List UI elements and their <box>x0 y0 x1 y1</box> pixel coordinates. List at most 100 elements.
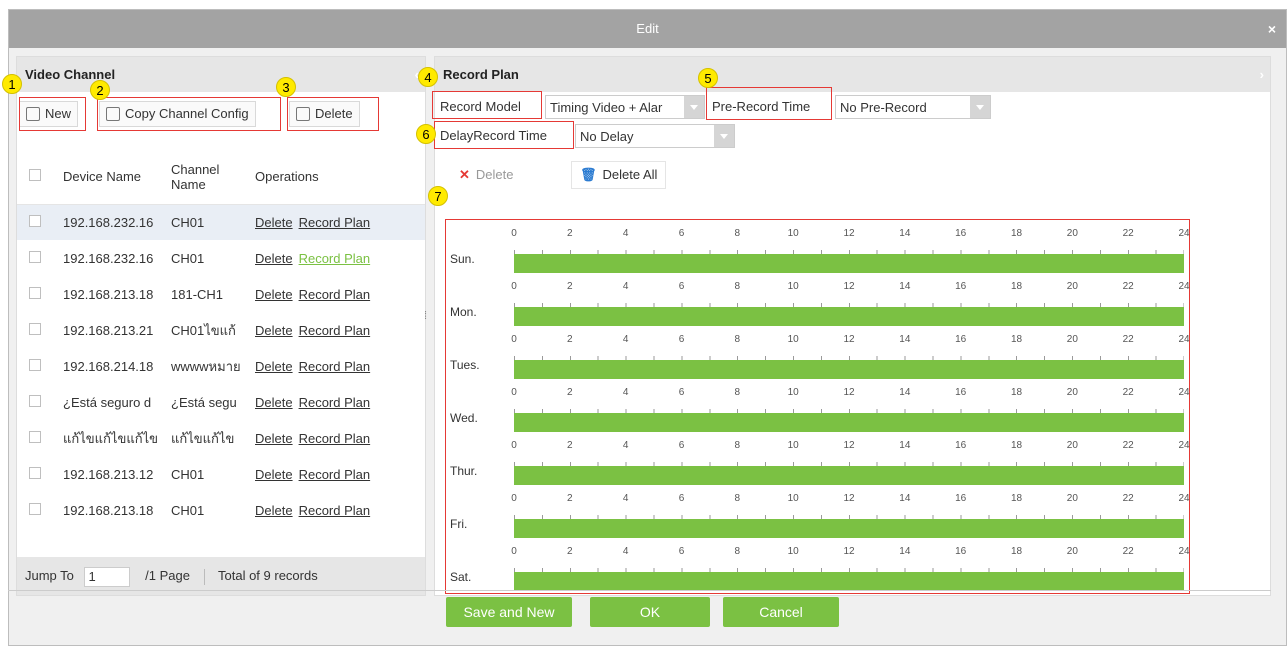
table-row[interactable]: 192.168.232.16 CH01 Delete Record Plan <box>17 204 425 240</box>
row-delete-link[interactable]: Delete <box>255 395 293 410</box>
table-row[interactable]: แก้ไขแก้ไขแก้ไข แก้ไขแก้ไข Delete Record Pl… <box>17 420 425 456</box>
row-checkbox-cell[interactable] <box>17 276 59 312</box>
row-delete-link[interactable]: Delete <box>255 251 293 266</box>
hour-tick: 20 <box>1066 493 1078 504</box>
table-row[interactable]: 192.168.232.16 CH01 Delete Record Plan <box>17 240 425 276</box>
table-row[interactable]: 192.168.214.18 wwwwหมาย Delete Record Plan <box>17 348 425 384</box>
row-checkbox-cell[interactable] <box>17 492 59 528</box>
hour-tick: 0 <box>511 281 517 292</box>
col-operations: Operations <box>251 150 425 205</box>
hour-axis: 0 2 4 6 8 10 12 14 16 18 20 22 24 <box>511 546 1189 558</box>
row-delete-link[interactable]: Delete <box>255 503 293 518</box>
channel-name-cell: แก้ไขแก้ไข <box>171 430 235 446</box>
hour-tick: 12 <box>843 493 855 504</box>
footer-divider <box>8 590 1271 591</box>
close-icon[interactable]: × <box>1268 10 1276 48</box>
row-checkbox[interactable] <box>29 358 41 371</box>
row-delete-link[interactable]: Delete <box>255 359 293 374</box>
device-name-cell: 192.168.232.16 <box>59 204 167 240</box>
row-checkbox[interactable] <box>29 250 41 263</box>
row-checkbox-cell[interactable] <box>17 240 59 276</box>
row-checkbox[interactable] <box>29 214 41 227</box>
hour-tick: 10 <box>787 387 799 398</box>
panel-splitter[interactable]: ⁞ <box>424 310 427 322</box>
hour-tick: 12 <box>843 440 855 451</box>
row-record-plan-link[interactable]: Record Plan <box>299 287 371 302</box>
record-time-bar[interactable] <box>514 568 1184 591</box>
ok-button[interactable]: OK <box>590 597 710 627</box>
hour-tick: 22 <box>1122 546 1134 557</box>
delete-plan-button[interactable]: ✕ Delete <box>451 161 521 189</box>
device-name-cell: แก้ไขแก้ไขแก้ไข <box>63 430 159 446</box>
row-checkbox-cell[interactable] <box>17 312 59 348</box>
record-time-bar[interactable] <box>514 303 1184 326</box>
table-row[interactable]: ¿Está seguro d ¿Está segu Delete Record Pla… <box>17 384 425 420</box>
row-delete-link[interactable]: Delete <box>255 323 293 338</box>
day-label: Thur. <box>450 464 478 478</box>
hour-tick: 18 <box>1010 387 1023 398</box>
hour-tick: 18 <box>1010 493 1023 504</box>
record-time-bar[interactable] <box>514 409 1184 432</box>
hour-tick: 0 <box>511 440 517 451</box>
select-all-checkbox-cell[interactable] <box>17 150 59 205</box>
row-record-plan-link[interactable]: Record Plan <box>299 323 371 338</box>
row-record-plan-link[interactable]: Record Plan <box>299 467 371 482</box>
page-input[interactable]: 1 <box>83 566 130 587</box>
hour-tick: 14 <box>899 334 911 345</box>
row-record-plan-link[interactable]: Record Plan <box>299 431 371 446</box>
table-row[interactable]: 192.168.213.18 CH01 Delete Record Plan <box>17 492 425 528</box>
save-and-new-button[interactable]: Save and New <box>446 597 572 627</box>
chevron-down-icon <box>970 96 990 118</box>
table-row[interactable]: 192.168.213.18 181-CH1 Delete Record Plan <box>17 276 425 312</box>
cancel-button[interactable]: Cancel <box>723 597 839 627</box>
delete-plan-label: Delete <box>475 167 514 182</box>
row-checkbox[interactable] <box>29 502 41 515</box>
pre-record-value: No Pre-Record <box>840 100 927 115</box>
hour-tick: 6 <box>678 281 685 292</box>
row-delete-link[interactable]: Delete <box>255 431 293 446</box>
record-time-bar[interactable] <box>514 250 1184 273</box>
row-record-plan-link[interactable]: Record Plan <box>299 251 371 266</box>
delete-all-button[interactable]: 🗑 Delete All <box>571 161 667 189</box>
row-delete-link[interactable]: Delete <box>255 287 293 302</box>
hour-tick: 18 <box>1010 334 1023 345</box>
record-time-bar[interactable] <box>514 462 1184 485</box>
row-record-plan-link[interactable]: Record Plan <box>299 215 371 230</box>
row-delete-link[interactable]: Delete <box>255 467 293 482</box>
hour-tick: 8 <box>734 281 741 292</box>
hour-axis: 0 2 4 6 8 10 12 14 16 18 20 22 24 <box>511 493 1189 505</box>
row-record-plan-link[interactable]: Record Plan <box>299 503 371 518</box>
hour-tick: 0 <box>511 493 517 504</box>
table-row[interactable]: 192.168.213.21 CH01ไขแก้ Delete Record Plan <box>17 312 425 348</box>
record-time-bar[interactable] <box>514 356 1184 379</box>
row-checkbox-cell[interactable] <box>17 348 59 384</box>
hour-tick: 20 <box>1066 546 1078 557</box>
record-plan-header: Record Plan › <box>435 57 1270 92</box>
row-checkbox[interactable] <box>29 430 41 443</box>
row-checkbox-cell[interactable] <box>17 204 59 240</box>
operations-cell: Delete Record Plan <box>251 456 425 492</box>
hour-tick: 8 <box>734 440 741 451</box>
row-record-plan-link[interactable]: Record Plan <box>299 359 371 374</box>
hour-tick: 6 <box>678 228 685 239</box>
row-checkbox[interactable] <box>29 286 41 299</box>
record-model-select[interactable]: Timing Video + Alar <box>545 95 705 119</box>
hour-tick: 22 <box>1122 281 1134 292</box>
row-checkbox[interactable] <box>29 394 41 407</box>
hour-tick: 4 <box>622 440 629 451</box>
record-time-bar[interactable] <box>514 515 1184 538</box>
delay-record-select[interactable]: No Delay <box>575 124 735 148</box>
row-checkbox[interactable] <box>29 466 41 479</box>
row-checkbox-cell[interactable] <box>17 456 59 492</box>
hour-tick: 8 <box>734 334 741 345</box>
select-all-checkbox[interactable] <box>29 169 41 182</box>
row-delete-link[interactable]: Delete <box>255 215 293 230</box>
row-checkbox-cell[interactable] <box>17 384 59 420</box>
total-records: Total of 9 records <box>218 568 318 583</box>
pre-record-select[interactable]: No Pre-Record <box>835 95 991 119</box>
table-row[interactable]: 192.168.213.12 CH01 Delete Record Plan <box>17 456 425 492</box>
row-checkbox[interactable] <box>29 322 41 335</box>
collapse-right-icon[interactable]: › <box>1260 57 1264 92</box>
row-checkbox-cell[interactable] <box>17 420 59 456</box>
row-record-plan-link[interactable]: Record Plan <box>299 395 371 410</box>
